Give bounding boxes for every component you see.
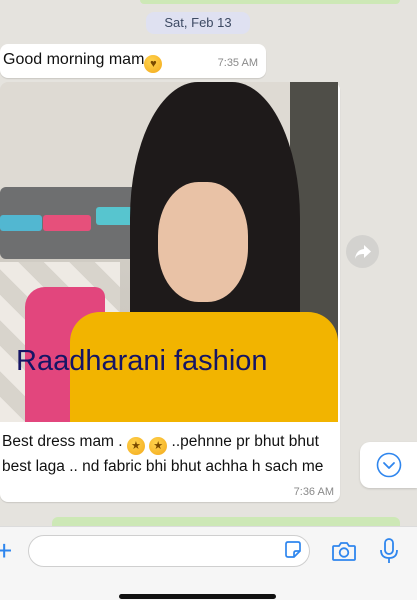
- scroll-down-icon: [376, 452, 401, 478]
- date-separator: Sat, Feb 13: [146, 12, 250, 34]
- message-time: 7:35 AM: [217, 57, 258, 69]
- top-strip: [0, 0, 417, 6]
- scroll-to-bottom-button[interactable]: [360, 442, 417, 488]
- message-photo[interactable]: Raadharani fashion: [0, 82, 338, 422]
- photo-pillow: [43, 215, 91, 231]
- photo-watermark: Raadharani fashion: [16, 345, 268, 377]
- message-input[interactable]: [39, 536, 283, 566]
- photo-face: [158, 182, 248, 302]
- input-bar: +: [0, 526, 417, 600]
- star-struck-emoji-icon: ★: [126, 437, 145, 455]
- message-caption: Best dress mam . ★ ★ ..pehnne pr bhut bh…: [2, 430, 337, 478]
- message-bubble[interactable]: Good morning mam ♥ 7:35 AM: [0, 44, 266, 78]
- forward-button[interactable]: [346, 235, 379, 268]
- microphone-icon[interactable]: [379, 537, 399, 565]
- message-text-wrap: Good morning mam ♥: [3, 51, 163, 73]
- message-time: 7:36 AM: [293, 486, 334, 498]
- smiling-hearts-emoji-icon: ♥: [144, 55, 163, 73]
- caption-part: Best dress mam .: [2, 433, 123, 450]
- camera-icon[interactable]: [331, 539, 357, 563]
- home-indicator: [119, 594, 276, 599]
- forward-icon: [354, 244, 371, 259]
- plus-icon[interactable]: +: [0, 537, 12, 565]
- image-message-bubble[interactable]: Raadharani fashion Best dress mam . ★ ★ …: [0, 82, 340, 502]
- star-struck-emoji-icon: ★: [149, 437, 168, 455]
- sticker-icon[interactable]: [283, 540, 303, 560]
- message-input-field[interactable]: [28, 535, 310, 567]
- photo-pillow: [0, 215, 42, 231]
- previous-sent-bubble-edge: [140, 0, 400, 4]
- message-text: Good morning mam: [3, 51, 145, 68]
